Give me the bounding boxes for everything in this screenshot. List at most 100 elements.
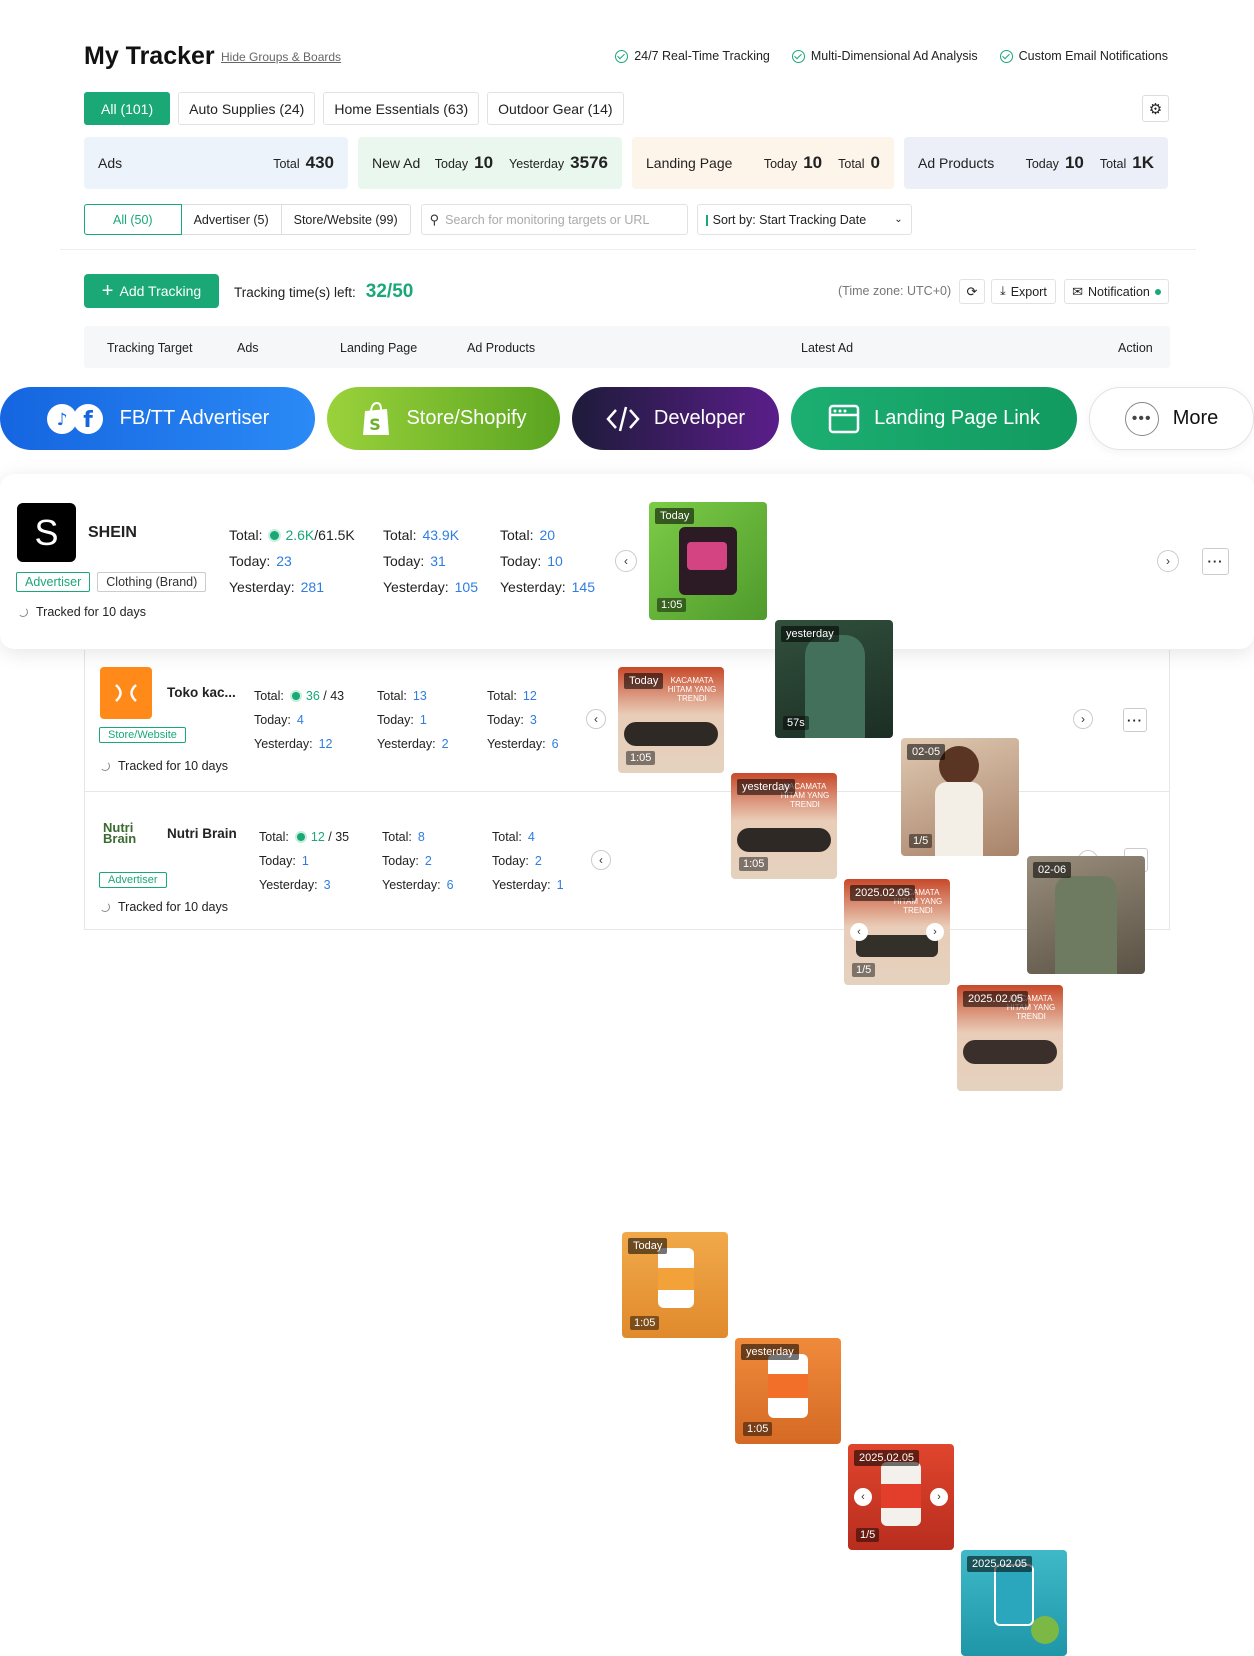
- notification-button[interactable]: ✉ Notification: [1064, 279, 1169, 304]
- download-icon: ⤓: [1000, 284, 1006, 298]
- target-name: Toko kac...: [167, 685, 236, 700]
- landing-metrics: Total: 43.9K Today: 31 Yesterday: 105: [383, 527, 478, 595]
- tracked-duration: Tracked for 10 days: [100, 900, 228, 914]
- times-left: Tracking time(s) left: 32/50: [234, 281, 414, 302]
- ad-thumbnail[interactable]: 02-06: [1027, 856, 1145, 974]
- plus-icon: +: [101, 280, 114, 302]
- ads-metrics: Total: 36 / 43 Today: 4 Yesterday: 12: [254, 689, 345, 751]
- ad-thumbnail[interactable]: 2025.02.05: [961, 1550, 1067, 1656]
- sort-select[interactable]: Sort by: Start Tracking Date ⌄: [696, 204, 912, 235]
- stats-row: Ads Total 430 New Ad Today 10 Yesterday 3576…: [84, 137, 1168, 189]
- export-button[interactable]: ⤓ Export: [991, 279, 1056, 304]
- col-landing-page: Landing Page: [340, 341, 418, 355]
- category-developer[interactable]: Developer: [572, 387, 779, 450]
- loading-icon: [18, 607, 28, 617]
- live-dot-icon: [270, 531, 280, 540]
- more-icon: •••: [1124, 401, 1159, 436]
- svg-text:♪: ♪: [56, 410, 67, 430]
- chevron-left-icon[interactable]: ‹: [854, 1488, 872, 1506]
- ad-thumbnail[interactable]: KACAMATA HITAM YANG TRENDI yesterday 1:05: [731, 773, 837, 879]
- filter-bar: All (50) Advertiser (5) Store/Website (9…: [84, 204, 912, 235]
- stat-ads[interactable]: Ads Total 430: [84, 137, 348, 189]
- tab-home-essentials[interactable]: Home Essentials (63): [323, 92, 480, 125]
- chevron-down-icon: ⌄: [894, 214, 903, 225]
- feature-item: 24/7 Real-Time Tracking: [615, 49, 770, 63]
- ads-metrics: Total: 12 / 35 Today: 1 Yesterday: 3: [259, 830, 350, 892]
- segment-store-website[interactable]: Store/Website (99): [282, 205, 410, 234]
- type-tag: Store/Website: [99, 727, 186, 743]
- shopping-bag-icon: S: [360, 401, 392, 437]
- target-name: Nutri Brain: [167, 826, 237, 841]
- page-title: My Tracker: [84, 42, 215, 70]
- ad-thumbnail[interactable]: yesterday 1:05: [735, 1338, 841, 1444]
- segment-all[interactable]: All (50): [84, 204, 182, 235]
- products-metrics: Total: 12 Today: 3 Yesterday: 6: [487, 689, 559, 751]
- refresh-button[interactable]: ⟳: [959, 279, 985, 304]
- ad-thumbnail[interactable]: ‹ › 2025.02.05 1/5: [848, 1444, 954, 1550]
- more-actions-button[interactable]: ···: [1202, 548, 1229, 575]
- loading-icon: [100, 761, 110, 771]
- table-header: Tracking Target Ads Landing Page Ad Prod…: [84, 326, 1170, 368]
- add-tracking-button[interactable]: + Add Tracking: [84, 274, 219, 308]
- tiktok-facebook-icon: ♪ f: [46, 403, 106, 435]
- toko-logo: [100, 667, 152, 719]
- prev-button[interactable]: ‹: [615, 550, 637, 572]
- stat-new-ad[interactable]: New Ad Today 10 Yesterday 3576: [358, 137, 622, 189]
- prev-button[interactable]: ‹: [591, 850, 611, 870]
- chevron-right-icon: ›: [1166, 554, 1170, 568]
- timezone-label: (Time zone: UTC+0): [838, 284, 952, 298]
- feature-list: 24/7 Real-Time Tracking Multi-Dimensiona…: [615, 49, 1168, 63]
- category-store-shopify[interactable]: S Store/Shopify: [327, 387, 560, 450]
- more-actions-button[interactable]: ···: [1123, 708, 1147, 732]
- tab-outdoor-gear[interactable]: Outdoor Gear (14): [487, 92, 624, 125]
- tracking-card-shein: S SHEIN Advertiser Clothing (Brand) Trac…: [0, 474, 1254, 974]
- stat-landing-page[interactable]: Landing Page Today 10 Total 0: [632, 137, 894, 189]
- category-fb-tt-advertiser[interactable]: ♪ f FB/TT Advertiser: [0, 387, 315, 450]
- segment-advertiser[interactable]: Advertiser (5): [182, 205, 282, 234]
- svg-text:S: S: [370, 415, 382, 434]
- prev-button[interactable]: ‹: [586, 709, 606, 729]
- ad-thumbnail[interactable]: yesterday 57s: [775, 620, 893, 738]
- products-metrics: Total: 20 Today: 10 Yesterday: 145: [500, 527, 595, 595]
- ad-thumbnail[interactable]: KACAMATA HITAM YANG TRENDI Today 1:05: [618, 667, 724, 773]
- shein-logo: S: [17, 503, 76, 562]
- ad-thumbnail[interactable]: Today 1:05: [622, 1232, 728, 1338]
- ad-thumbnail[interactable]: 02-05 1/5: [901, 738, 1019, 856]
- browser-icon: [828, 404, 860, 434]
- tracked-duration: Tracked for 10 days: [18, 605, 146, 619]
- category-tag: Clothing (Brand): [97, 572, 207, 592]
- tab-auto-supplies[interactable]: Auto Supplies (24): [178, 92, 316, 125]
- chevron-right-icon[interactable]: ›: [930, 1488, 948, 1506]
- chevron-left-icon: ‹: [599, 853, 603, 867]
- next-button[interactable]: ›: [1073, 709, 1093, 729]
- tracked-duration: Tracked for 10 days: [100, 759, 228, 773]
- loading-icon: [100, 902, 110, 912]
- ad-thumbnail[interactable]: Today 1:05: [649, 502, 767, 620]
- mail-icon: ✉: [1072, 283, 1084, 299]
- next-button[interactable]: ›: [1157, 550, 1179, 572]
- chevron-left-icon[interactable]: ‹: [850, 923, 868, 941]
- check-circle-icon: [615, 49, 629, 63]
- stat-ad-products[interactable]: Ad Products Today 10 Total 1K: [904, 137, 1168, 189]
- landing-metrics: Total: 13 Today: 1 Yesterday: 2: [377, 689, 449, 751]
- settings-button[interactable]: ⚙: [1142, 95, 1169, 122]
- tab-all[interactable]: All (101): [84, 92, 171, 125]
- chevron-left-icon: ‹: [624, 554, 628, 568]
- chevron-right-icon[interactable]: ›: [926, 923, 944, 941]
- group-tabs: All (101) Auto Supplies (24) Home Essent…: [84, 92, 624, 125]
- hide-groups-link[interactable]: Hide Groups & Boards: [221, 50, 341, 64]
- ad-thumbnail[interactable]: KACAMATA HITAM YANG TRENDI 2025.02.05: [957, 985, 1063, 1091]
- status-dot: [1154, 288, 1161, 295]
- ad-thumbnail[interactable]: KACAMATA HITAM YANG TRENDI ‹ › 2025.02.05…: [844, 879, 950, 985]
- category-more[interactable]: ••• More: [1089, 387, 1254, 450]
- svg-text:f: f: [83, 408, 93, 433]
- type-tag: Advertiser: [99, 872, 167, 888]
- feature-item: Multi-Dimensional Ad Analysis: [791, 49, 978, 63]
- check-circle-icon: [999, 49, 1013, 63]
- search-icon: ⚲: [429, 211, 440, 227]
- search-input[interactable]: ⚲ Search for monitoring targets or URL: [420, 204, 688, 235]
- category-landing-page-link[interactable]: Landing Page Link: [791, 387, 1077, 450]
- col-action: Action: [1118, 341, 1153, 355]
- type-segment: All (50) Advertiser (5) Store/Website (9…: [84, 204, 411, 235]
- divider: [60, 249, 1196, 250]
